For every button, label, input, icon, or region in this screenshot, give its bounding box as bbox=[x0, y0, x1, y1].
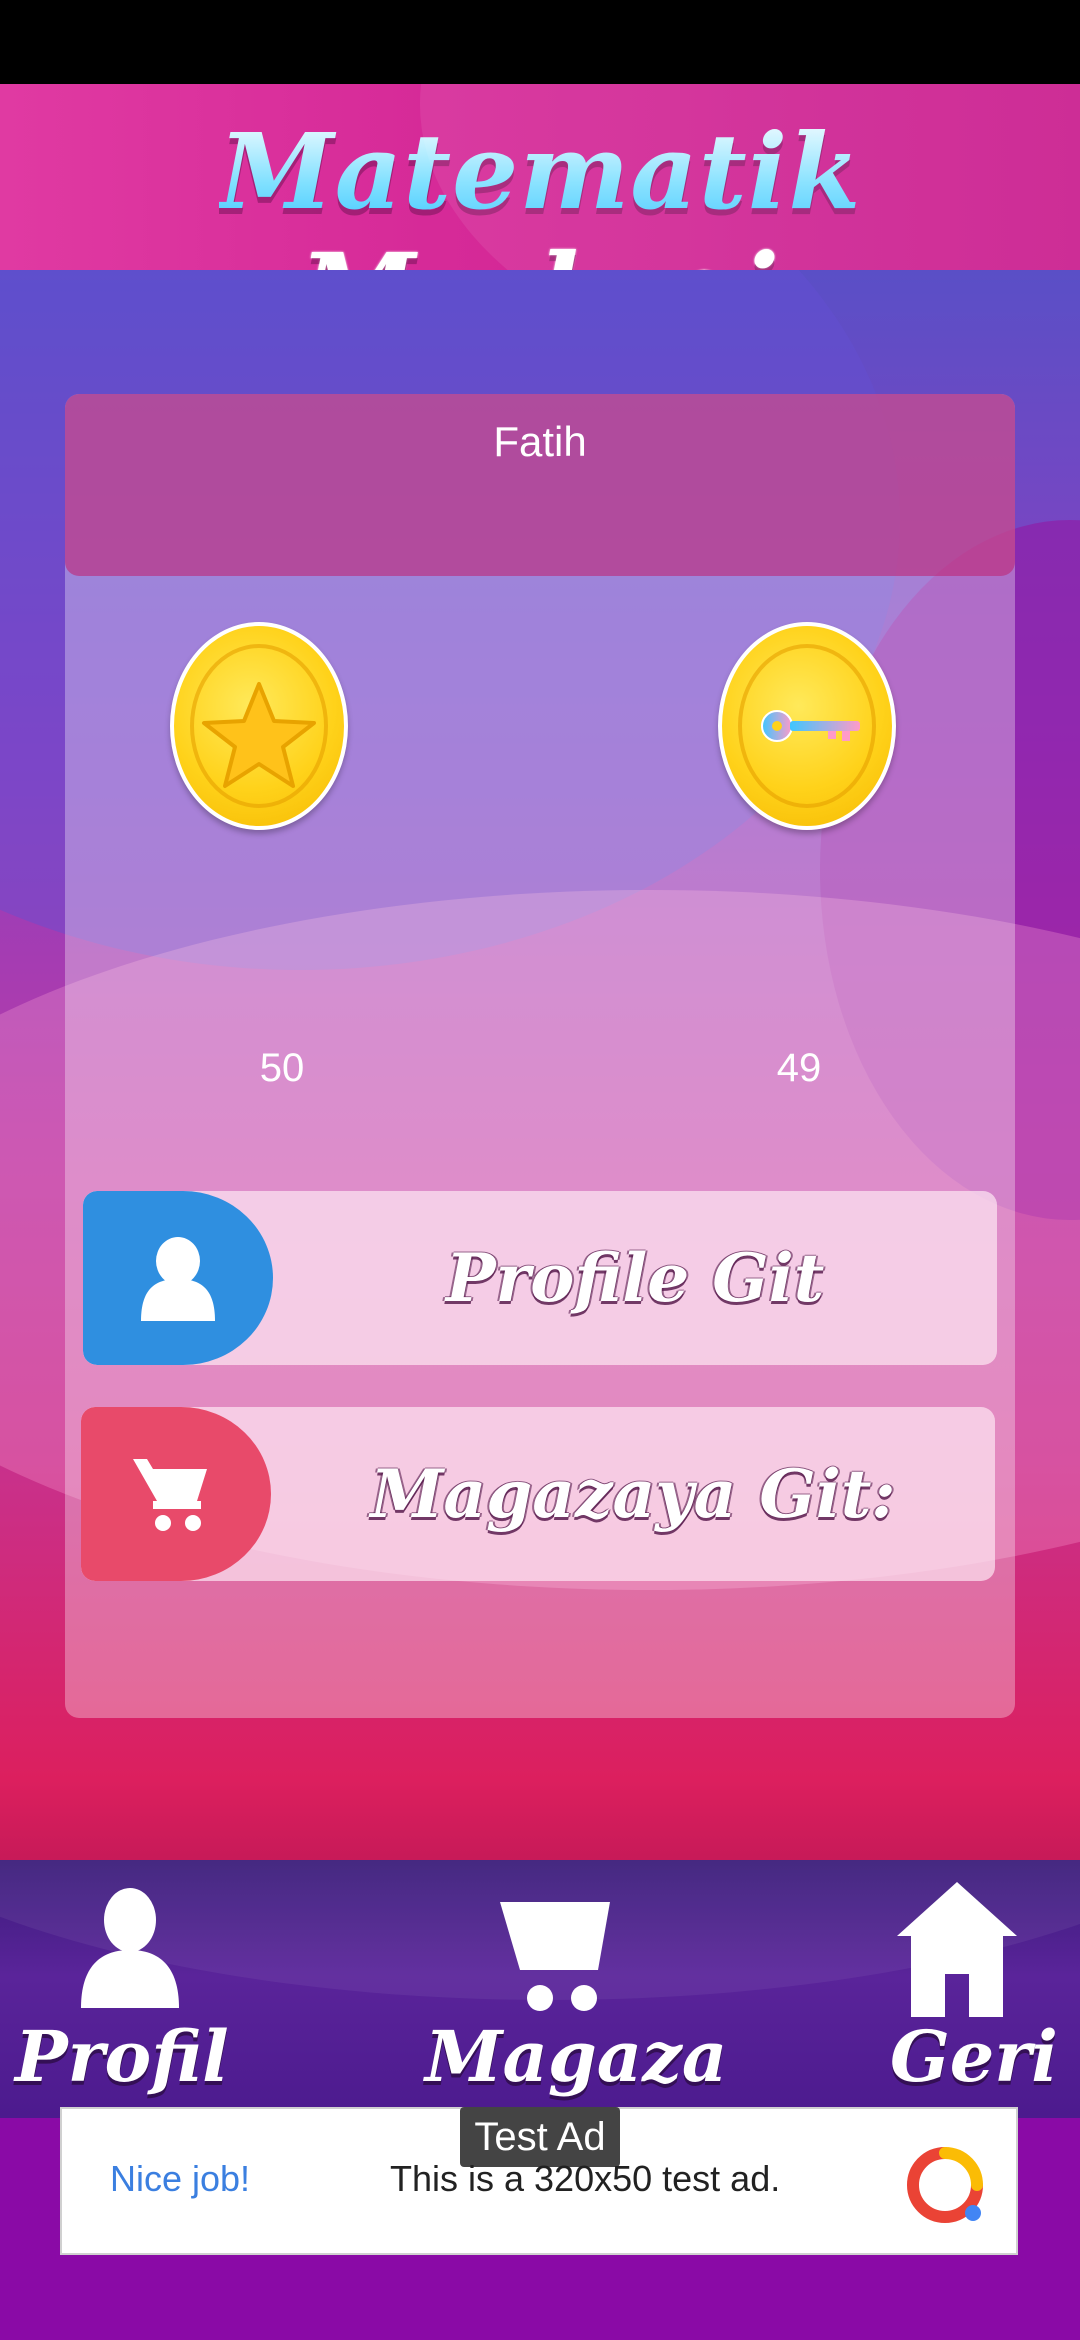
star-coin-icon bbox=[170, 622, 348, 830]
profile-button-label: Profile Git bbox=[445, 1239, 825, 1317]
profile-button[interactable]: Profile Git bbox=[83, 1191, 997, 1365]
nav-label-geri: Geri bbox=[890, 2015, 1058, 2098]
app-title-part2: Merkezi bbox=[300, 230, 780, 271]
keys-count: 49 bbox=[776, 1046, 822, 1090]
store-button[interactable]: Magazaya Git: bbox=[81, 1407, 995, 1581]
user-icon bbox=[141, 1237, 215, 1321]
nav-item-profil[interactable]: Profil bbox=[0, 1860, 260, 2118]
store-button-label: Magazaya Git: bbox=[370, 1455, 896, 1533]
player-card: Fatih 50 49 Profile Git Magazaya Git: bbox=[65, 394, 1015, 1718]
cart-icon bbox=[500, 1902, 610, 2011]
home-icon bbox=[897, 1882, 1017, 2017]
app-header: Matematik Merkezi bbox=[0, 84, 1080, 270]
key-coin-icon bbox=[718, 622, 896, 830]
app-title-part1: Matematik bbox=[218, 110, 862, 233]
nav-item-geri[interactable]: Geri bbox=[860, 1860, 1080, 2118]
ad-text: This is a 320x50 test ad. bbox=[390, 2158, 781, 2199]
stars-count: 50 bbox=[259, 1046, 305, 1090]
player-card-header: Fatih bbox=[65, 394, 1015, 576]
cart-icon bbox=[133, 1459, 207, 1531]
status-bar bbox=[0, 0, 1080, 84]
player-name: Fatih bbox=[493, 418, 587, 465]
bottom-navigation: Profil Magaza Geri bbox=[0, 1860, 1080, 2118]
nav-label-profil: Profil bbox=[15, 2015, 229, 2098]
ad-cta[interactable]: Nice job! bbox=[110, 2158, 250, 2200]
user-icon bbox=[81, 1888, 179, 2008]
adsense-logo-icon bbox=[907, 2147, 983, 2223]
nav-label-magaza: Magaza bbox=[425, 2015, 728, 2098]
app-title: Matematik Merkezi bbox=[0, 110, 1080, 271]
nav-item-magaza[interactable]: Magaza bbox=[400, 1860, 727, 2118]
